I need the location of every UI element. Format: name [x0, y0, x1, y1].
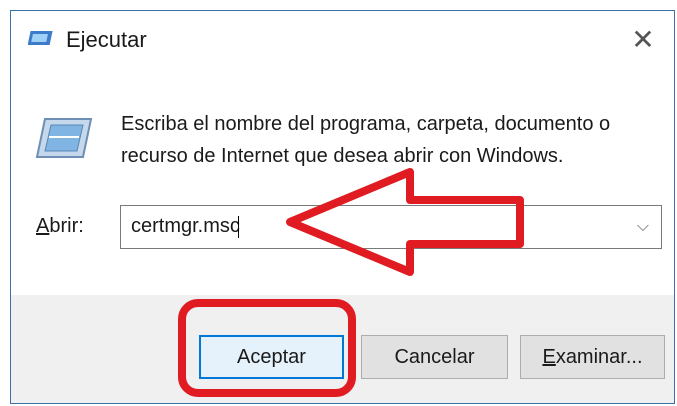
open-combobox[interactable]: certmgr.msc ⌵: [120, 205, 662, 249]
open-label: Abrir:: [36, 215, 84, 238]
run-app-icon: [28, 31, 53, 45]
ok-button[interactable]: Aceptar: [199, 335, 344, 379]
close-icon: ✕: [631, 23, 655, 55]
run-program-icon: [35, 118, 93, 158]
open-input[interactable]: certmgr.msc: [131, 215, 240, 238]
browse-mnemonic: E: [542, 345, 556, 368]
browse-label-rest: xaminar...: [555, 345, 643, 368]
title-bar[interactable]: Ejecutar ✕: [11, 11, 674, 67]
open-label-rest: brir:: [49, 215, 84, 237]
run-dialog: Ejecutar ✕ Escriba el nombre del program…: [10, 10, 675, 404]
button-bar: Aceptar Cancelar Examinar...: [11, 295, 674, 403]
close-button[interactable]: ✕: [612, 11, 674, 67]
text-caret: [237, 215, 239, 238]
browse-button[interactable]: Examinar...: [520, 335, 665, 379]
open-label-mnemonic: A: [36, 215, 50, 237]
chevron-down-icon[interactable]: ⌵: [633, 215, 653, 239]
cancel-button[interactable]: Cancelar: [361, 335, 508, 379]
dialog-description: Escriba el nombre del programa, carpeta,…: [121, 113, 611, 167]
open-input-value: certmgr.msc: [131, 215, 240, 237]
window-title: Ejecutar: [66, 27, 147, 52]
